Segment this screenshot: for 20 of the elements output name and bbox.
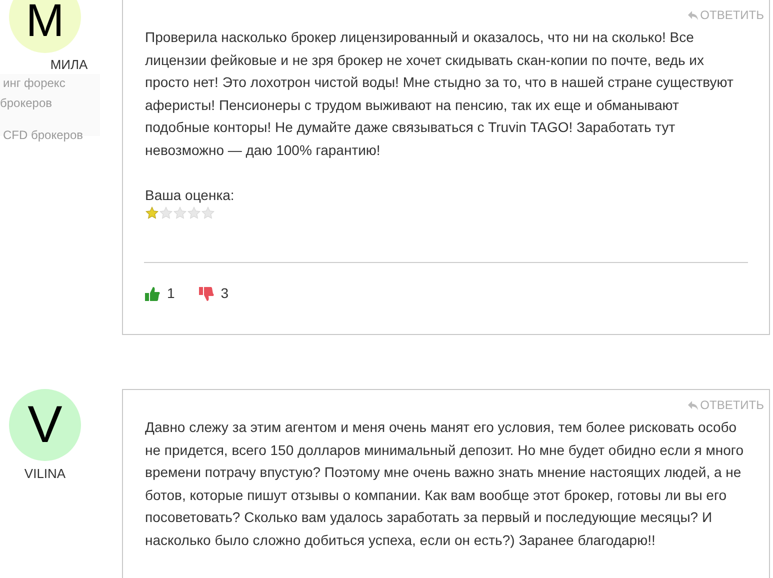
- rating-label: Ваша оценка:: [145, 186, 236, 205]
- reply-link[interactable]: ОТВЕТИТЬ: [688, 6, 764, 24]
- reply-link[interactable]: ОТВЕТИТЬ: [688, 396, 764, 414]
- dislike-count: 3: [220, 284, 229, 303]
- star-icon[interactable]: [201, 206, 215, 220]
- thumbs-down-icon: [198, 286, 214, 300]
- reply-icon: [688, 10, 698, 20]
- star-icon[interactable]: [187, 206, 201, 220]
- star-icon[interactable]: [145, 206, 159, 220]
- like-count: 1: [167, 284, 175, 303]
- author-name: МИЛА: [50, 56, 88, 74]
- star-icon[interactable]: [159, 206, 173, 220]
- avatar: M: [9, 0, 81, 53]
- star-icon[interactable]: [173, 206, 187, 220]
- thumbs-up-icon: [145, 286, 160, 300]
- comment-text: Проверила насколько брокер лицензированный и оказалось, что ни на сколько! Все лицензии фейковые и не зря брокер не хочет скидывать скан-копии по почте, ведь их просто нет! Это лохотрон чистой воды! Мне стыдно за то, что в нашей стране существуют аферисты! Пенсионеры с трудом выживают на пенсию, так их еще и обманывают подобные конторы! Не думайте даже связываться с Truvin TAGO! Заработать тут невозможно — даю 100% гарантию!: [145, 28, 734, 160]
- avatar: V: [9, 389, 81, 461]
- reply-icon: [688, 400, 698, 410]
- comment-text: Давно слежу за этим агентом и меня очень манят его условия, тем более рисковать особо не придется, всего 150 долларов минимальный депозит. Но мне будет обидно если я много времени потрачу впустую? Поэтому мне очень важно знать мнение настоящих людей, а не ботов, которые пишут отзывы о компании. Как вам вообще этот брокер, готовы ли вы его посоветовать? Сколько вам удалось заработать за первый и последующие месяцы? И насколько было сложно добиться успеха, если он есть?) Заранее благодарю!!: [145, 418, 744, 550]
- author-name: VILINA: [24, 465, 66, 483]
